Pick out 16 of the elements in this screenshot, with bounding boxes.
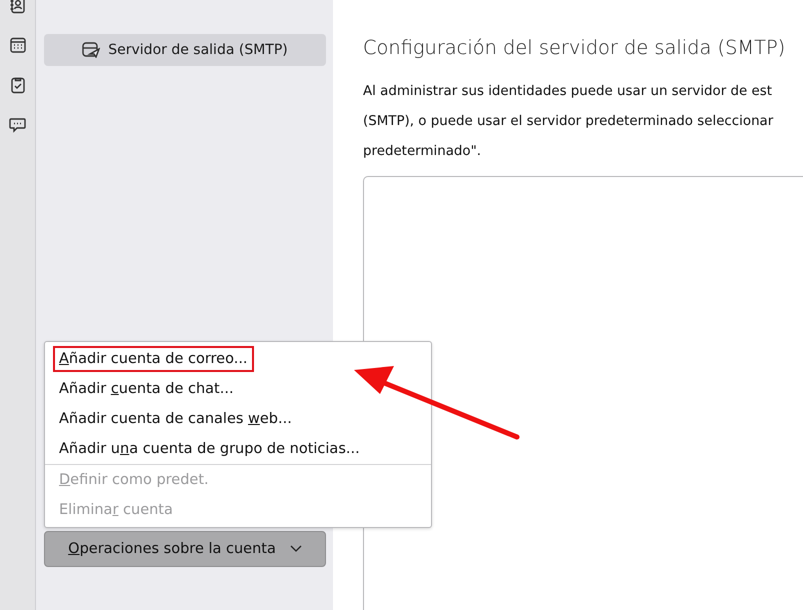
description-text: Al administrar sus identidades puede usar un servidor de est — [363, 83, 773, 101]
account-actions-button[interactable]: Operaciones sobre la cuenta — [44, 531, 326, 567]
menu-item[interactable]: Añadir una cuenta de grupo de noticias... — [45, 434, 431, 465]
description-text: predeterminado". — [363, 143, 482, 161]
address-book-icon[interactable] — [8, 0, 26, 14]
clipboard-check-icon[interactable] — [8, 76, 26, 94]
outbox-icon — [82, 42, 100, 58]
page-title: Configuración del servidor de salida (SMTP) — [363, 36, 786, 59]
menu-item[interactable]: Añadir cuenta de canales web... — [45, 404, 431, 434]
description-text: (SMTP), o puede usar el servidor predeterminado seleccionar — [363, 113, 774, 131]
chat-icon[interactable] — [8, 116, 26, 134]
menu-item[interactable]: Añadir cuenta de chat... — [45, 374, 431, 404]
menu-item[interactable]: Añadir cuenta de correo... — [45, 344, 431, 374]
calendar-icon[interactable] — [8, 36, 26, 54]
chevron-down-icon — [290, 545, 302, 553]
sidebar-item[interactable]: Servidor de salida (SMTP) — [44, 34, 326, 66]
